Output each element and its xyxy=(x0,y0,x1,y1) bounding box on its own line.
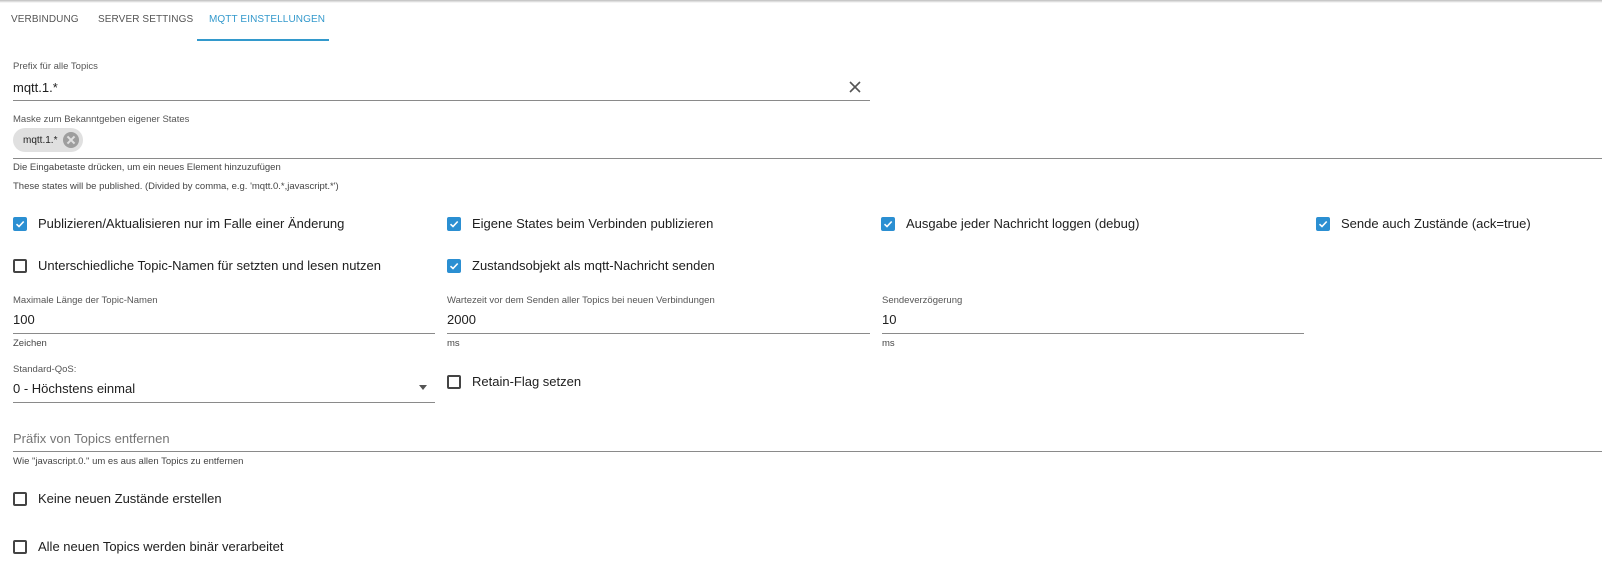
checkbox-label: Ausgabe jeder Nachricht loggen (debug) xyxy=(906,216,1140,231)
checkbox-unchecked-icon xyxy=(13,539,27,554)
prefix-label: Prefix für alle Topics xyxy=(13,61,98,72)
checkbox-different-topic-names[interactable]: Unterschiedliche Topic-Namen für setzten… xyxy=(13,258,381,273)
waittime-unit: ms xyxy=(447,338,460,349)
qos-label: Standard-QoS: xyxy=(13,364,77,375)
checkbox-log-debug[interactable]: Ausgabe jeder Nachricht loggen (debug) xyxy=(881,216,1139,231)
checkbox-label: Alle neuen Topics werden binär verarbeit… xyxy=(38,539,284,554)
mask-helper-published: These states will be published. (Divided… xyxy=(13,181,339,192)
checkbox-label: Keine neuen Zustände erstellen xyxy=(38,491,222,506)
maxlen-unit: Zeichen xyxy=(13,338,47,349)
checkbox-state-object-as-message[interactable]: Zustandsobjekt als mqtt-Nachricht senden xyxy=(447,258,715,273)
checkbox-send-ack-true[interactable]: Sende auch Zustände (ack=true) xyxy=(1316,216,1531,231)
checkbox-checked-icon xyxy=(447,216,461,231)
senddelay-input[interactable]: 10 xyxy=(882,312,896,327)
checkbox-unchecked-icon xyxy=(13,258,27,273)
mask-helper-enter: Die Eingabetaste drücken, um ein neues E… xyxy=(13,162,281,173)
mask-chip: mqtt.1.* xyxy=(13,128,84,152)
checkbox-checked-icon xyxy=(881,216,895,231)
active-tab-indicator xyxy=(197,39,329,41)
checkbox-label: Eigene States beim Verbinden publizieren xyxy=(472,216,714,231)
remove-prefix-helper: Wie "javascript.0." um es aus allen Topi… xyxy=(13,456,244,467)
checkbox-checked-icon xyxy=(1316,216,1330,231)
senddelay-label: Sendeverzögerung xyxy=(882,295,963,306)
mask-label: Maske zum Bekanntgeben eigener States xyxy=(13,114,190,125)
tab-server-settings[interactable]: SERVER SETTINGS xyxy=(98,3,193,39)
senddelay-underline xyxy=(882,333,1304,334)
checkbox-label: Publizieren/Aktualisieren nur im Falle e… xyxy=(38,216,345,231)
checkbox-publish-on-change[interactable]: Publizieren/Aktualisieren nur im Falle e… xyxy=(13,216,344,231)
qos-underline xyxy=(13,402,435,403)
tab-verbindung[interactable]: VERBINDUNG xyxy=(11,3,79,39)
checkbox-label: Sende auch Zustände (ack=true) xyxy=(1341,216,1531,231)
senddelay-unit: ms xyxy=(882,338,895,349)
checkbox-retain-flag[interactable]: Retain-Flag setzen xyxy=(447,374,581,389)
dropdown-arrow-icon[interactable] xyxy=(419,385,427,390)
tab-mqtt-einstellungen[interactable]: MQTT EINSTELLUNGEN xyxy=(209,3,325,39)
waittime-underline xyxy=(447,333,870,334)
remove-prefix-underline xyxy=(13,451,1602,452)
checkbox-label: Unterschiedliche Topic-Namen für setzten… xyxy=(38,258,382,273)
maxlen-input[interactable]: 100 xyxy=(13,312,35,327)
remove-prefix-input[interactable]: Präfix von Topics entfernen xyxy=(13,431,170,446)
checkbox-unchecked-icon xyxy=(13,491,27,506)
checkbox-unchecked-icon xyxy=(447,374,461,389)
tab-bar: VERBINDUNG SERVER SETTINGS MQTT EINSTELL… xyxy=(0,3,1602,41)
checkbox-label: Zustandsobjekt als mqtt-Nachricht senden xyxy=(472,258,715,273)
mask-input[interactable] xyxy=(13,158,1602,159)
clear-icon[interactable] xyxy=(847,79,863,95)
qos-select[interactable]: 0 - Höchstens einmal xyxy=(13,381,135,396)
waittime-label: Wartezeit vor dem Senden aller Topics be… xyxy=(447,295,715,306)
checkbox-no-new-states[interactable]: Keine neuen Zustände erstellen xyxy=(13,491,222,506)
mask-chip-label: mqtt.1.* xyxy=(23,134,58,146)
waittime-input[interactable]: 2000 xyxy=(447,312,476,327)
checkbox-checked-icon xyxy=(13,216,27,231)
chip-delete-icon[interactable] xyxy=(63,132,80,148)
checkbox-checked-icon xyxy=(447,258,461,273)
prefix-underline xyxy=(13,100,870,101)
maxlen-underline xyxy=(13,333,435,334)
checkbox-publish-own-states[interactable]: Eigene States beim Verbinden publizieren xyxy=(447,216,713,231)
maxlen-label: Maximale Länge der Topic-Namen xyxy=(13,295,158,306)
checkbox-label: Retain-Flag setzen xyxy=(472,374,582,389)
checkbox-binary-topics[interactable]: Alle neuen Topics werden binär verarbeit… xyxy=(13,539,283,554)
prefix-input[interactable]: mqtt.1.* xyxy=(13,80,58,95)
